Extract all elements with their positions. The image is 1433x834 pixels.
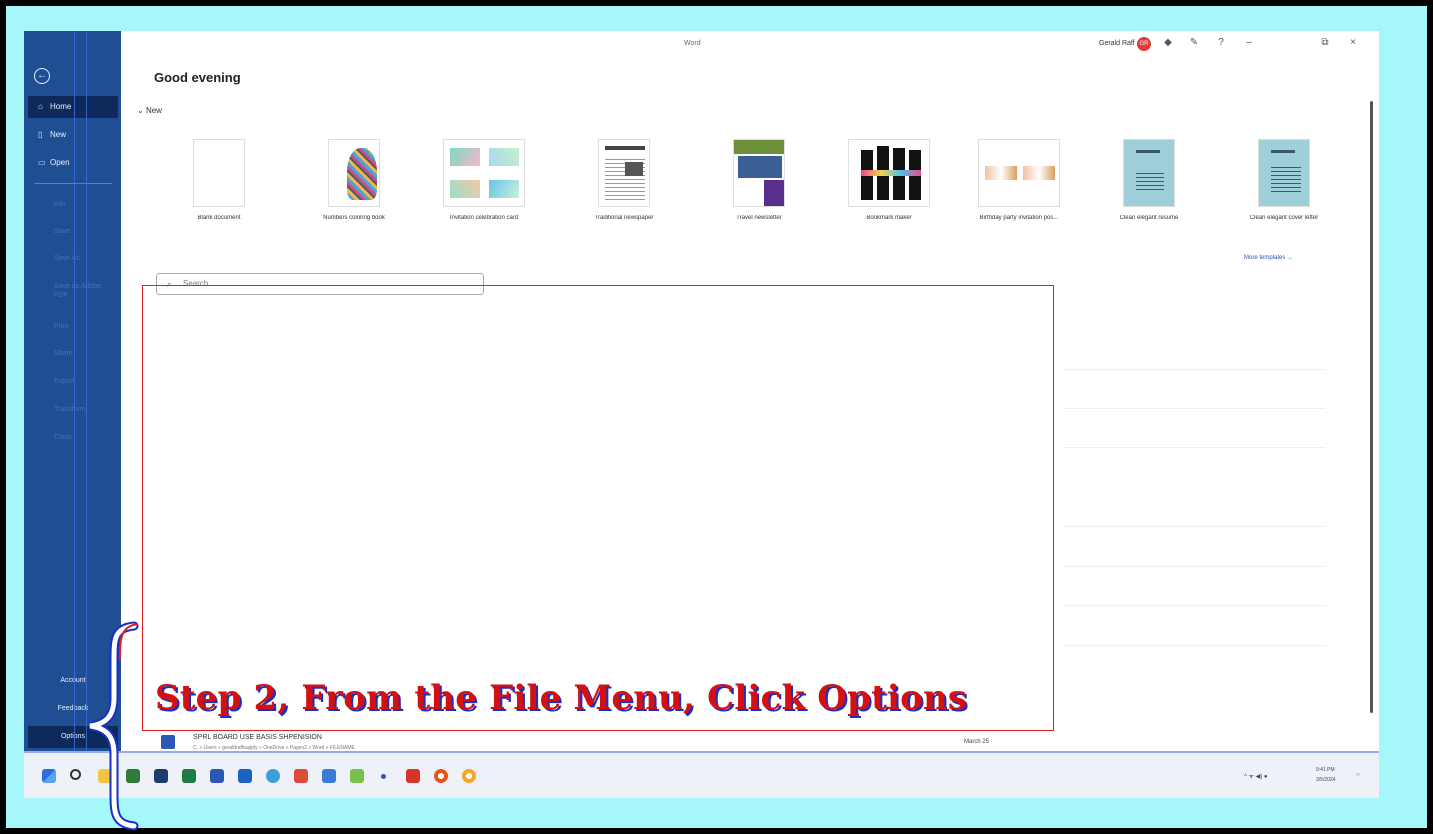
sidebar-item-share[interactable]: Share xyxy=(54,350,73,357)
invite-art xyxy=(489,148,519,166)
newsletter-art xyxy=(734,140,784,154)
template-thumbnail xyxy=(443,139,525,207)
sidebar-item-transform[interactable]: Transform xyxy=(54,406,86,413)
recent-file-name[interactable]: SPRL BOARD USE BASIS SHPENISION xyxy=(193,734,322,741)
template-blank-document[interactable]: Blank document xyxy=(159,139,279,221)
template-traditional-newspaper[interactable]: Traditional newspaper xyxy=(564,139,684,221)
divider xyxy=(1064,645,1326,646)
template-numbers-coloring-book[interactable]: Numbers coloring book xyxy=(294,139,414,221)
template-thumbnail xyxy=(978,139,1060,207)
resume-art xyxy=(1136,170,1164,190)
new-doc-icon: ▯ xyxy=(38,130,43,139)
account-name[interactable]: Gerald Raff xyxy=(1099,40,1135,47)
template-thumbnail xyxy=(848,139,930,207)
recent-file-date: March 25 xyxy=(964,739,990,745)
curly-brace-icon xyxy=(89,621,139,831)
app-icon[interactable] xyxy=(294,769,308,783)
coloring-art xyxy=(347,148,377,200)
sidebar-item-open[interactable]: ▭ Open xyxy=(28,152,118,174)
firefox-icon[interactable] xyxy=(434,769,448,783)
sidebar-item-print[interactable]: Print xyxy=(54,323,68,330)
sidebar-item-info[interactable]: Info xyxy=(54,201,66,208)
divider xyxy=(1064,447,1326,448)
window-title: Word xyxy=(684,40,701,47)
template-thumbnail xyxy=(598,139,650,207)
divider xyxy=(1064,526,1326,527)
notification-icon[interactable]: ○ xyxy=(1356,772,1360,778)
dot-icon[interactable] xyxy=(381,774,386,779)
sidebar-divider xyxy=(34,183,112,184)
app-icon[interactable] xyxy=(322,769,336,783)
taskbar: ^ ᯤ ◀) ● 9:41 PM 3/5/2024 ○ xyxy=(24,751,1379,798)
restore-icon[interactable]: ⧉ xyxy=(1318,37,1332,48)
divider xyxy=(1064,605,1326,606)
divider xyxy=(1064,408,1326,409)
template-thumbnail xyxy=(193,139,245,207)
avatar[interactable]: GR xyxy=(1137,37,1151,51)
template-birthday-invitation[interactable]: Birthday party invitation pos... xyxy=(954,139,1084,221)
back-arrow-icon[interactable]: ← xyxy=(34,68,50,84)
bookmark-art xyxy=(861,170,921,176)
template-thumbnail xyxy=(328,139,380,207)
acrobat-icon[interactable] xyxy=(406,769,420,783)
photos-icon[interactable] xyxy=(350,769,364,783)
birthday-art xyxy=(985,166,1017,180)
browser-icon[interactable] xyxy=(462,769,476,783)
invite-art xyxy=(450,148,480,166)
excel-icon[interactable] xyxy=(182,769,196,783)
help-icon[interactable]: ? xyxy=(1214,37,1228,48)
clock-date[interactable]: 3/5/2024 xyxy=(1316,777,1335,783)
tray-icons[interactable]: ^ ᯤ ◀) ● xyxy=(1244,772,1268,780)
vertical-scrollbar[interactable] xyxy=(1370,101,1373,713)
guide-line xyxy=(74,31,75,751)
sidebar-item-save-as[interactable]: Save As xyxy=(54,255,80,262)
outlook-icon[interactable] xyxy=(238,769,252,783)
tutorial-frame: ← ⌂ Home ▯ New ▭ Open Info Save Save As Sav… xyxy=(6,6,1427,831)
sidebar-item-close[interactable]: Close xyxy=(54,434,72,441)
sidebar-item-save[interactable]: Save xyxy=(54,228,70,235)
newsletter-art xyxy=(738,156,782,178)
invite-art xyxy=(450,180,480,198)
newspaper-art xyxy=(605,146,645,150)
step-instruction: Step 2, From the File Menu, Click Option… xyxy=(155,678,968,718)
template-bookmark-maker[interactable]: Bookmark maker xyxy=(824,139,954,221)
divider xyxy=(1064,369,1326,370)
word-icon[interactable] xyxy=(210,769,224,783)
divider xyxy=(1064,566,1326,567)
highlight-box xyxy=(142,285,1054,731)
browser-icon[interactable] xyxy=(266,769,280,783)
new-section-toggle[interactable]: ⌄ New xyxy=(137,106,162,115)
template-travel-newsletter[interactable]: Travel newsletter xyxy=(699,139,819,221)
newspaper-art xyxy=(625,162,643,176)
clock-time[interactable]: 9:41 PM xyxy=(1316,767,1335,773)
template-thumbnail xyxy=(733,139,785,207)
sidebar-item-new[interactable]: ▯ New xyxy=(28,124,118,146)
sidebar-item-export[interactable]: Export xyxy=(54,378,74,385)
sidebar-item-save-as-pdf[interactable]: Save as Adobe PDF xyxy=(54,282,104,300)
cover-letter-art xyxy=(1271,164,1301,192)
close-icon[interactable]: × xyxy=(1346,37,1360,48)
more-templates-link[interactable]: More templates → xyxy=(1244,255,1293,261)
birthday-art xyxy=(1023,166,1055,180)
sidebar-item-home[interactable]: ⌂ Home xyxy=(28,96,118,118)
template-thumbnail xyxy=(1123,139,1175,207)
minimize-icon[interactable]: – xyxy=(1242,37,1256,48)
start-icon[interactable] xyxy=(42,769,56,783)
newsletter-art xyxy=(764,180,784,206)
template-thumbnail xyxy=(1258,139,1310,207)
cover-letter-art xyxy=(1271,150,1295,153)
folder-icon: ▭ xyxy=(38,158,46,167)
template-invitation-card[interactable]: Invitation celebration card xyxy=(419,139,549,221)
diamond-icon[interactable]: ◆ xyxy=(1161,37,1175,48)
template-clean-elegant-resume[interactable]: Clean elegant resume xyxy=(1089,139,1209,221)
page-title: Good evening xyxy=(154,70,241,85)
resume-art xyxy=(1136,150,1160,153)
pen-icon[interactable]: ✎ xyxy=(1187,37,1201,48)
template-clean-elegant-cover-letter[interactable]: Clean elegant cover letter xyxy=(1224,139,1344,221)
home-icon: ⌂ xyxy=(38,102,43,111)
invite-art xyxy=(489,180,519,198)
